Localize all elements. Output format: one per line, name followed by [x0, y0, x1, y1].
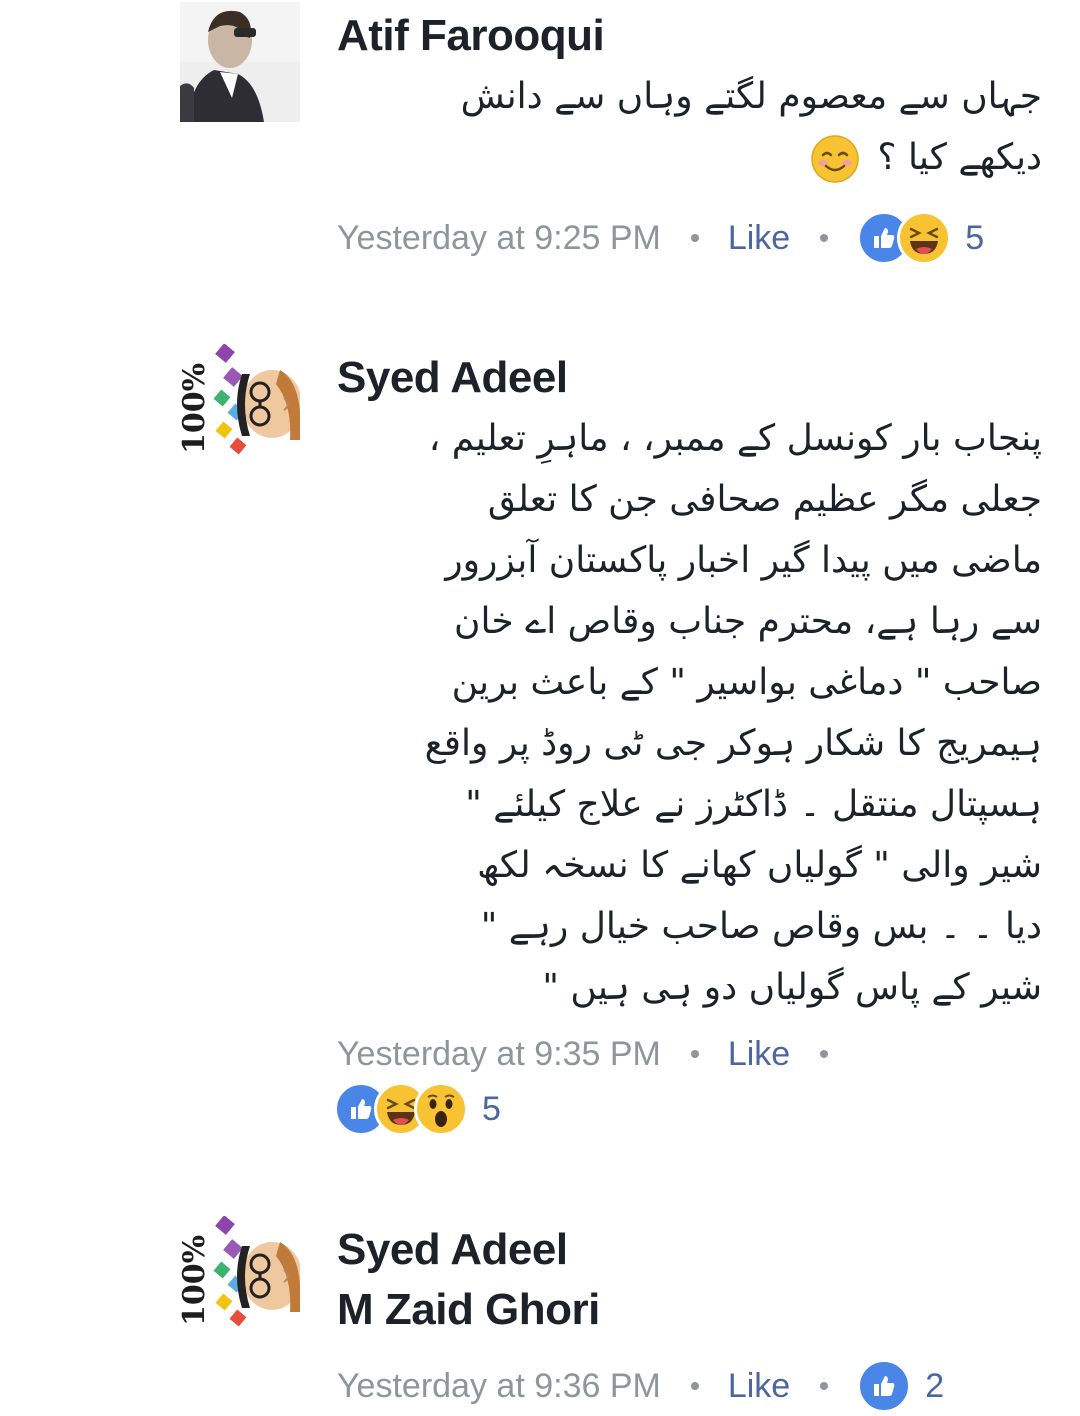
comment-meta: Yesterday at 9:25 PM Like 5	[337, 208, 984, 268]
comment-text-line: دیکھے کیا ؟	[342, 127, 1042, 188]
like-button[interactable]: Like	[728, 1035, 790, 1074]
like-button[interactable]: Like	[728, 219, 790, 258]
reaction-summary[interactable]: 5	[857, 211, 984, 265]
wow-icon	[414, 1082, 468, 1136]
avatar-photo-icon	[180, 2, 300, 122]
separator-dot	[820, 1050, 829, 1058]
comment-text: پنجاب بار کونسل کے ممبر، ، ماہرِ تعلیم ،…	[342, 408, 1042, 1018]
separator-dot	[690, 1050, 699, 1058]
comment-author[interactable]: Syed Adeel	[337, 1220, 568, 1280]
reaction-summary[interactable]: 2	[857, 1359, 944, 1413]
reaction-count: 5	[482, 1089, 501, 1128]
comment-atif-farooqui: Atif Farooqui جہاں سے معصوم لگتے وہاں سے…	[0, 0, 1080, 290]
comment-text-line: جہاں سے معصوم لگتے وہاں سے دانش	[460, 76, 1042, 117]
separator-dot	[690, 234, 699, 242]
reaction-summary[interactable]: 5	[334, 1082, 501, 1136]
avatar[interactable]: 100%	[180, 344, 300, 464]
comment-text-line: شیر کے پاس گولیاں دو ہی ہیں "	[542, 967, 1042, 1008]
comment-text-line: سے رہا ہے، محترم جناب وقاص اے خان	[454, 601, 1042, 642]
comment-text: جہاں سے معصوم لگتے وہاں سے دانش دیکھے کی…	[342, 66, 1042, 188]
comment-text-line: ہیمریج کا شکار ہوکر جی ٹی روڈ پر واقع	[424, 723, 1042, 764]
comment-author[interactable]: Syed Adeel	[337, 348, 568, 408]
avatar-cartoon-icon: 100%	[180, 344, 300, 464]
comment-text-line: جعلی مگر عظیم صحافی جن کا تعلق	[487, 479, 1042, 520]
avatar[interactable]: 100%	[180, 1216, 300, 1336]
separator-dot	[690, 1382, 699, 1390]
comment-meta: Yesterday at 9:35 PM Like	[337, 1024, 857, 1084]
avatar-cartoon-icon: 100%	[180, 1216, 300, 1336]
like-button[interactable]: Like	[728, 1367, 790, 1406]
comment-timestamp[interactable]: Yesterday at 9:25 PM	[337, 219, 661, 258]
separator-dot	[820, 1382, 829, 1390]
reaction-count: 5	[965, 218, 985, 257]
smiling-blush-emoji-icon	[811, 135, 859, 183]
comment-text-line: ہسپتال منتقل ۔ ڈاکٹرز نے علاج کیلئے "	[465, 784, 1042, 825]
reaction-count: 2	[925, 1366, 945, 1405]
avatar-text: 100%	[180, 1235, 212, 1326]
comment-text-line-text: دیکھے کیا ؟	[877, 137, 1042, 178]
avatar-text: 100%	[180, 363, 212, 454]
comment-text-line: دیا ۔ ۔ بس وقاص صاحب خیال رہے "	[480, 906, 1042, 947]
comment-text-line: صاحب " دماغی بواسیر " کے باعث برین	[451, 662, 1042, 703]
haha-icon	[897, 211, 952, 265]
comment-text-line: ماضی میں پیدا گیر اخبار پاکستان آبزرور	[445, 540, 1042, 581]
mention-link[interactable]: M Zaid Ghori	[337, 1280, 600, 1340]
comment-meta: Yesterday at 9:36 PM Like 2	[337, 1356, 944, 1416]
comment-timestamp[interactable]: Yesterday at 9:36 PM	[337, 1367, 661, 1406]
comment-author[interactable]: Atif Farooqui	[337, 6, 605, 66]
comment-timestamp[interactable]: Yesterday at 9:35 PM	[337, 1035, 661, 1074]
comment-text-line: پنجاب بار کونسل کے ممبر، ، ماہرِ تعلیم ،	[428, 418, 1042, 459]
avatar[interactable]	[180, 2, 300, 122]
like-icon	[857, 1359, 912, 1413]
comment-text-line: شیر والی " گولیاں کھانے کا نسخہ لکھ	[477, 845, 1042, 886]
separator-dot	[820, 234, 829, 242]
